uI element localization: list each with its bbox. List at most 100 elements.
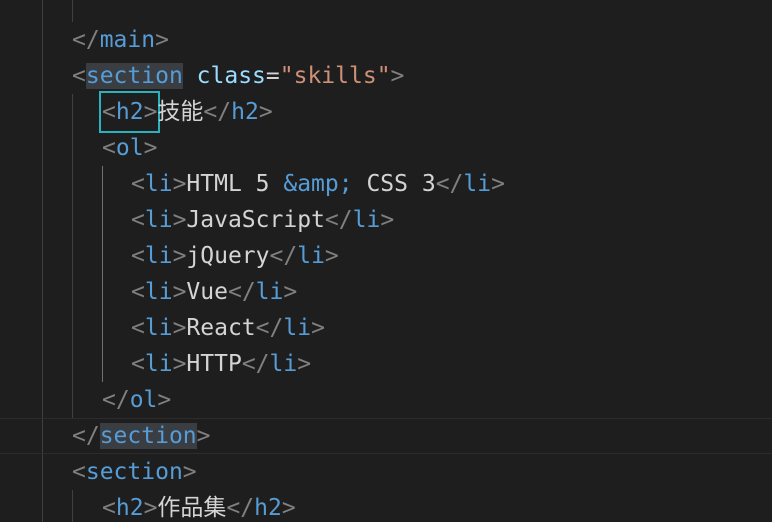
code-token-tag: h2 — [115, 495, 144, 521]
code-token-str: "skills" — [279, 63, 391, 89]
code-line-content: <h2>技能</h2> — [98, 91, 273, 133]
code-token-bracket: > — [297, 351, 312, 377]
code-line-content: <li>HTML 5 &amp; CSS 3</li> — [131, 166, 505, 202]
code-line-content: <section class="skills"> — [72, 58, 404, 94]
code-line[interactable]: <h2>作品集</h2> — [0, 490, 772, 522]
code-token-bracket: > — [196, 423, 211, 449]
code-line-content: <li>Vue</li> — [131, 274, 297, 310]
code-token-bracket: > — [258, 99, 273, 125]
code-token-text: JavaScript — [186, 207, 325, 233]
code-token-tag: ol — [115, 135, 144, 161]
code-token-bracket: < — [131, 243, 145, 269]
bracket-match-box: <h2> — [98, 91, 161, 133]
code-token-tag: li — [144, 279, 173, 305]
code-token-bracket: > — [172, 279, 187, 305]
code-line-content: <li>React</li> — [131, 310, 325, 346]
code-token-text: HTML 5 — [186, 171, 284, 197]
code-line[interactable]: <ol> — [0, 130, 772, 166]
code-token-eq: = — [265, 63, 280, 89]
indent-guide — [72, 0, 73, 22]
code-token-bracket: </ — [72, 423, 100, 449]
code-token-bracket: > — [324, 243, 339, 269]
code-token-bracket: </ — [226, 495, 255, 521]
code-token-bracket: > — [157, 387, 172, 413]
code-line[interactable]: <li>HTTP</li> — [0, 346, 772, 382]
code-token-text: jQuery — [186, 243, 270, 269]
code-token-bracket: < — [72, 63, 86, 89]
code-token-text: CSS 3 — [352, 171, 436, 197]
code-token-tag: section — [85, 459, 183, 485]
code-token-bracket: > — [172, 351, 187, 377]
code-token-attr: class — [196, 63, 266, 89]
code-line[interactable]: <li>HTML 5 &amp; CSS 3</li> — [0, 166, 772, 202]
code-token-bracket: </ — [227, 279, 256, 305]
code-token-bracket: </ — [269, 243, 298, 269]
code-token-bracket: > — [311, 315, 325, 341]
code-token-tag: li — [352, 207, 381, 233]
code-token-bracket: </ — [435, 171, 464, 197]
code-line[interactable]: <h2>技能</h2> — [0, 91, 772, 133]
code-token-text: 作品集 — [157, 495, 227, 521]
code-token-tag: li — [144, 315, 173, 341]
code-token-bracket: < — [72, 459, 86, 485]
code-line-content: <h2>作品集</h2> — [102, 490, 296, 522]
code-editor[interactable]: </main> <section class="skills"> <h2>技能</h… — [0, 0, 772, 522]
code-token-bracket: > — [172, 315, 187, 341]
code-token-bracket: > — [143, 495, 158, 521]
code-line-content: </main> — [72, 22, 169, 58]
code-token-bracket: </ — [203, 99, 232, 125]
code-token-tag: li — [269, 351, 298, 377]
code-line[interactable]: </ol> — [0, 382, 772, 418]
code-token-tag: li — [144, 171, 173, 197]
code-token-tag: ol — [129, 387, 158, 413]
code-token-bracket: < — [131, 171, 145, 197]
code-token-bracket: </ — [324, 207, 353, 233]
code-line[interactable]: <section> — [0, 454, 772, 490]
code-token-text: Vue — [186, 279, 228, 305]
code-line[interactable]: </main> — [0, 22, 772, 58]
code-token-bracket: > — [491, 171, 505, 197]
code-line-content: <ol> — [102, 130, 157, 166]
code-line[interactable]: <li>React</li> — [0, 310, 772, 346]
code-token-bracket: < — [131, 279, 145, 305]
code-token-bracket: > — [143, 135, 158, 161]
code-line-content: </section> — [72, 419, 211, 453]
code-line-content: </ol> — [102, 382, 171, 418]
code-token-tag: h2 — [231, 99, 259, 125]
code-line-content: <li>jQuery</li> — [131, 238, 339, 274]
code-line[interactable]: </section> — [0, 418, 772, 454]
code-token-bracket: < — [102, 135, 116, 161]
code-line[interactable]: <li>JavaScript</li> — [0, 202, 772, 238]
code-token-bracket: < — [102, 495, 116, 521]
code-line[interactable]: <section class="skills"> — [0, 58, 772, 94]
code-token-text: 技能 — [157, 99, 204, 125]
code-token-bracket: > — [281, 495, 296, 521]
code-token-tag: h2 — [254, 495, 282, 521]
code-token-tag: li — [144, 351, 173, 377]
code-token-bracket: </ — [72, 27, 100, 53]
code-token-bracket: > — [172, 207, 187, 233]
code-token-tag: li — [297, 243, 325, 269]
code-token-bracket: > — [182, 459, 197, 485]
code-token-bracket: < — [131, 207, 145, 233]
code-token-tag: li — [255, 279, 284, 305]
code-token-tag: section — [85, 63, 183, 89]
code-token-bracket: > — [283, 279, 298, 305]
code-token-text: React — [186, 315, 256, 341]
code-token-bracket: </ — [241, 351, 270, 377]
code-token-bracket: < — [131, 351, 145, 377]
code-token-bracket: > — [390, 63, 405, 89]
code-token-bracket: > — [172, 243, 187, 269]
code-token-tag: section — [99, 423, 197, 449]
code-token-bracket: > — [155, 27, 169, 53]
code-token-text: HTTP — [186, 351, 242, 377]
code-line-content: <li>JavaScript</li> — [131, 202, 394, 238]
code-token-entity: &amp; — [283, 171, 353, 197]
code-token-tag: main — [99, 27, 156, 53]
code-line[interactable]: <li>Vue</li> — [0, 274, 772, 310]
code-token-bracket: > — [380, 207, 395, 233]
code-token-tag: li — [144, 243, 173, 269]
code-line[interactable]: <li>jQuery</li> — [0, 238, 772, 274]
code-line-content: <li>HTTP</li> — [131, 346, 311, 382]
